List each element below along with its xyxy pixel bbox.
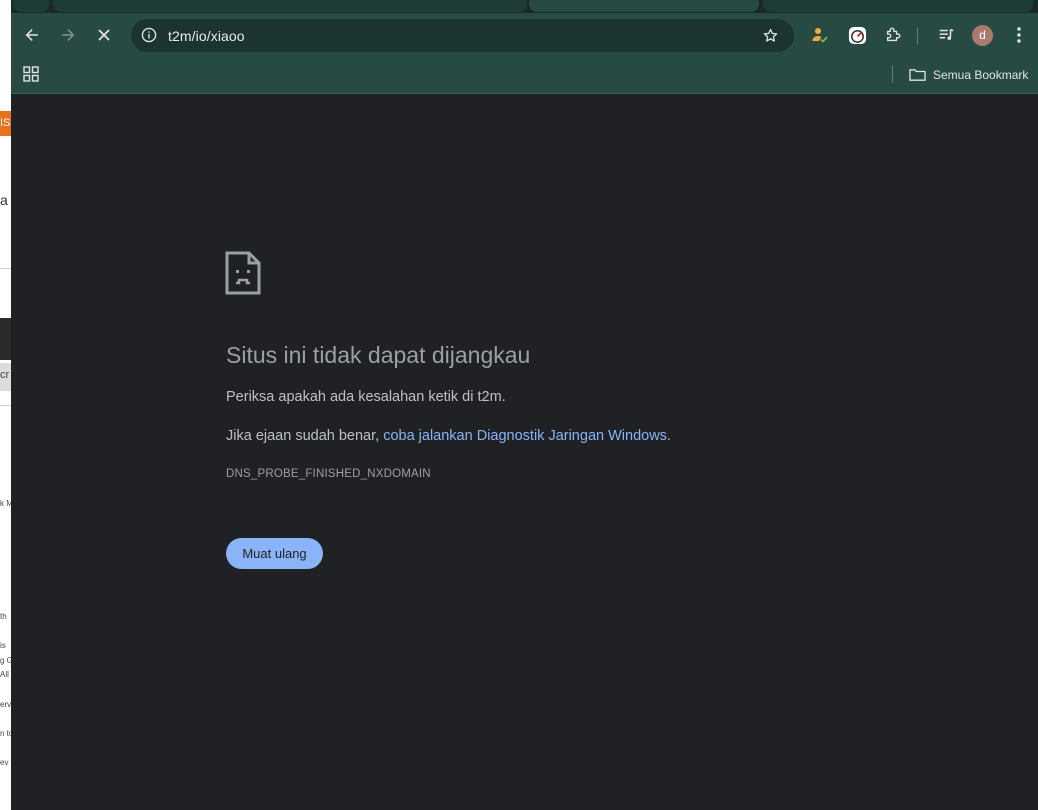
background-grey-block: cr	[0, 363, 11, 391]
extension-speedometer-button[interactable]	[844, 22, 870, 48]
puzzle-piece-icon	[886, 27, 901, 42]
all-bookmarks-label: Semua Bookmark	[933, 68, 1029, 82]
background-fragment: cr	[0, 369, 10, 381]
back-button[interactable]	[19, 22, 45, 48]
error-page: Situs ini tidak dapat dijangkau Periksa …	[11, 94, 1038, 810]
diagnostics-suffix: .	[666, 428, 671, 444]
background-fragment: n to	[0, 729, 11, 738]
error-code: DNS_PROBE_FINISHED_NXDOMAIN	[226, 468, 431, 480]
tab-inactive[interactable]	[763, 0, 1033, 12]
tab-active[interactable]	[529, 0, 759, 12]
background-fragment: a	[0, 192, 8, 208]
tab-inactive[interactable]	[53, 0, 527, 12]
profile-avatar[interactable]: d	[972, 25, 993, 46]
background-fragment: ev	[0, 758, 9, 767]
diagnostics-prefix: Jika ejaan sudah benar,	[226, 428, 384, 444]
tab-search-button[interactable]	[13, 0, 49, 12]
sad-page-icon	[225, 251, 261, 300]
extensions-button[interactable]	[880, 22, 906, 48]
error-suggestion-diagnostics: Jika ejaan sudah benar, coba jalankan Di…	[226, 428, 671, 444]
site-info-button[interactable]	[138, 24, 160, 46]
tab-strip	[11, 0, 1038, 13]
bookmark-star-button[interactable]	[760, 25, 780, 45]
background-fragment: k M	[0, 499, 11, 508]
address-bar[interactable]: t2m/io/xiaoo	[131, 19, 794, 52]
bookmarks-bar: Semua Bookmark	[11, 59, 1038, 94]
background-fragment: erv	[0, 700, 11, 709]
stop-loading-button[interactable]	[91, 22, 117, 48]
error-title: Situs ini tidak dapat dijangkau	[226, 342, 531, 368]
background-fragment: g G	[0, 656, 11, 665]
reload-button[interactable]: Muat ulang	[226, 538, 323, 569]
background-fragment: All	[0, 670, 9, 679]
apps-grid-icon	[23, 66, 39, 82]
background-window-edge: IS a cr k M th is g G All erv n to ev	[0, 0, 11, 810]
forward-button[interactable]	[55, 22, 81, 48]
url-text[interactable]: t2m/io/xiaoo	[168, 28, 245, 44]
info-circle-icon	[141, 27, 157, 43]
browser-window: t2m/io/xiaoo d Semua Bookmark Situs ini …	[11, 0, 1038, 810]
arrow-right-icon	[62, 29, 75, 41]
speedometer-icon	[848, 26, 866, 44]
star-outline-icon	[763, 28, 777, 42]
browser-menu-button[interactable]	[1006, 22, 1032, 48]
folder-icon	[909, 69, 926, 81]
background-fragment: IS	[0, 117, 11, 129]
bookmarks-separator	[892, 65, 893, 83]
media-controls-button[interactable]	[933, 22, 959, 48]
arrow-left-icon	[25, 29, 38, 41]
background-fragment: is	[0, 641, 6, 650]
more-vertical-icon	[1017, 27, 1021, 43]
all-bookmarks-folder[interactable]: Semua Bookmark	[909, 65, 1028, 85]
background-divider	[0, 268, 11, 269]
background-divider	[0, 405, 11, 406]
background-fragment: th	[0, 612, 7, 621]
extension-person-button[interactable]	[807, 22, 833, 48]
apps-shortcut-button[interactable]	[23, 66, 41, 84]
close-icon	[98, 29, 110, 41]
error-suggestion-typo: Periksa apakah ada kesalahan ketik di t2…	[226, 389, 506, 405]
browser-toolbar: t2m/io/xiaoo d	[11, 13, 1038, 59]
background-dark-block	[0, 318, 11, 360]
network-diagnostics-link[interactable]: coba jalankan Diagnostik Jaringan Window…	[383, 428, 667, 444]
queue-music-icon	[939, 28, 954, 40]
toolbar-separator	[917, 27, 918, 45]
background-window-orange-bar: IS	[0, 111, 11, 136]
person-check-icon	[812, 28, 828, 43]
